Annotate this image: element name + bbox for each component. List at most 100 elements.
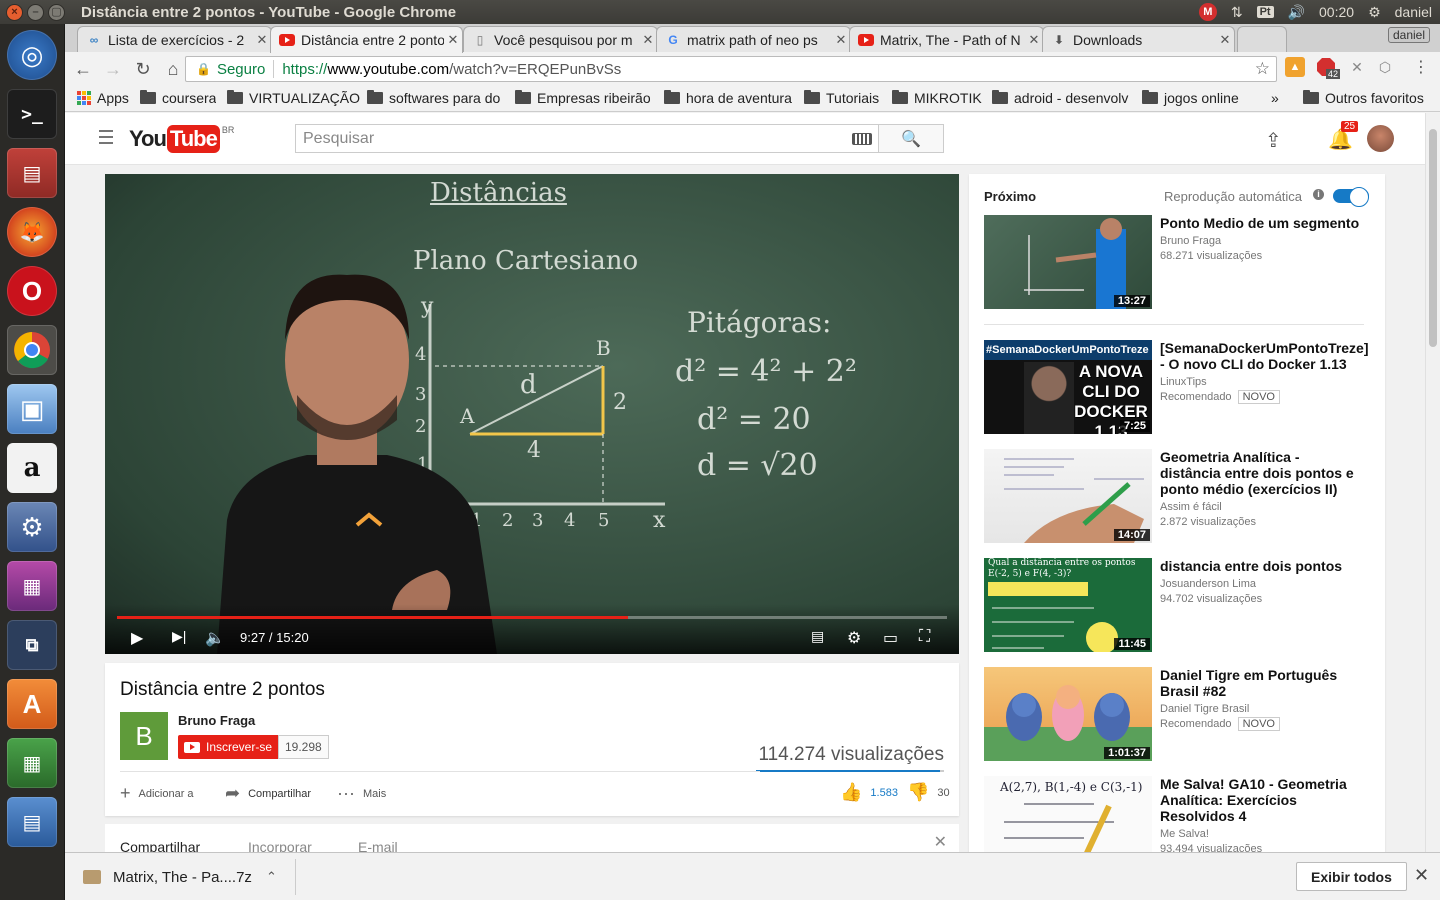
tab-close-icon[interactable]: ✕	[253, 32, 271, 48]
info-icon[interactable]: i	[1313, 189, 1324, 200]
bookmark-virtualizacao[interactable]: VIRTUALIZAÇÃO	[227, 90, 360, 106]
next-video-icon[interactable]: ▶|	[172, 628, 186, 645]
recommendation-item[interactable]: 13:27 Ponto Medio de um segmento Bruno F…	[984, 215, 1364, 309]
bookmark-tutoriais[interactable]: Tutoriais	[804, 90, 879, 106]
search-button[interactable]: 🔍	[878, 124, 944, 153]
subscribe-button[interactable]: Inscrever-se	[178, 735, 281, 759]
amazon-icon[interactable]: a	[7, 443, 57, 493]
extension-x-icon[interactable]: ✕	[1347, 57, 1367, 77]
dislike-button[interactable]: 👎 30	[907, 782, 950, 803]
channel-name[interactable]: Bruno Fraga	[178, 713, 255, 728]
bookmark-coursera[interactable]: coursera	[140, 90, 216, 106]
bookmark-hora-de-aventura[interactable]: hora de aventura	[664, 90, 792, 106]
video-title[interactable]: [SemanaDockerUmPontoTreze] - O novo CLI …	[1160, 340, 1369, 372]
clock[interactable]: 00:20	[1319, 4, 1354, 20]
tab-close-icon[interactable]: ✕	[1216, 32, 1234, 48]
menu-kebab-icon[interactable]: ⋮	[1411, 57, 1431, 77]
video-thumbnail[interactable]: 1:01:37	[984, 667, 1152, 761]
bookmark-star-icon[interactable]: ☆	[1255, 59, 1270, 79]
video-thumbnail[interactable]: #SemanaDockerUmPontoTreze A NOVA CLI DO …	[984, 340, 1152, 434]
video-thumbnail[interactable]: 14:07	[984, 449, 1152, 543]
add-to-button[interactable]: + Adicionar a	[120, 783, 194, 804]
tab-close-icon[interactable]: ✕	[639, 32, 657, 48]
tab-embed[interactable]: Incorporar	[248, 839, 312, 852]
tab-close-icon[interactable]: ✕	[1025, 32, 1043, 48]
more-button[interactable]: ··· Mais	[337, 783, 386, 804]
video-title[interactable]: Geometria Analítica - distância entre do…	[1160, 449, 1360, 497]
theater-mode-icon[interactable]: ▭	[883, 628, 898, 648]
account-avatar[interactable]	[1367, 125, 1394, 152]
bookmark-jogos-online[interactable]: jogos online	[1142, 90, 1239, 106]
hamburger-menu-icon[interactable]	[99, 130, 113, 148]
window-maximize-button[interactable]: ▢	[48, 3, 65, 21]
adblock-icon[interactable]: 42	[1316, 57, 1340, 79]
bookmark-other-favorites[interactable]: Outros favoritos	[1303, 90, 1424, 106]
mega-sync-icon[interactable]: M	[1198, 3, 1217, 21]
user-name[interactable]: daniel	[1395, 4, 1432, 20]
home-icon[interactable]: ⌂	[159, 55, 187, 83]
bookmark-softwares[interactable]: softwares para do	[367, 90, 502, 106]
like-button[interactable]: 👍 1.583	[840, 782, 898, 803]
tab-distancia[interactable]: Distância entre 2 pontos ✕	[270, 26, 463, 53]
page-scrollbar[interactable]	[1425, 113, 1440, 852]
volume-icon[interactable]: 🔊	[1288, 4, 1305, 21]
keyboard-icon[interactable]	[852, 133, 872, 145]
recommendation-item[interactable]: A(2,7), B(1,-4) e C(3,-1) Me Salva! GA10…	[984, 776, 1364, 852]
bookmark-mikrotik[interactable]: MIKROTIK	[892, 90, 982, 106]
extension-icon[interactable]: ▲	[1285, 57, 1305, 77]
software-center-icon[interactable]: A	[7, 679, 57, 729]
fullscreen-icon[interactable]: ⛶	[919, 628, 930, 646]
terminal-icon[interactable]: >_	[7, 89, 57, 139]
window-close-button[interactable]: ×	[6, 3, 23, 21]
system-settings-icon[interactable]: ⚙	[7, 502, 57, 552]
progress-bar[interactable]	[117, 616, 947, 619]
tab-matrix-path-of-neo[interactable]: Matrix, The - Path of N ✕	[849, 26, 1044, 52]
video-title[interactable]: Ponto Medio de um segmento	[1160, 215, 1360, 231]
video-title[interactable]: distancia entre dois pontos	[1160, 558, 1360, 574]
bookmarks-overflow-chevron[interactable]: »	[1271, 90, 1279, 106]
extension-shield-icon[interactable]: ⬡	[1375, 57, 1395, 77]
scrollbar-thumb[interactable]	[1429, 129, 1437, 347]
libreoffice-calc-icon[interactable]: ▦	[7, 738, 57, 788]
chevron-up-icon[interactable]: ⌃	[266, 869, 277, 885]
bookmark-apps[interactable]: Apps	[77, 90, 129, 106]
tab-matrix-path-search[interactable]: G matrix path of neo ps ✕	[656, 26, 851, 52]
video-thumbnail[interactable]: Qual a distância entre os pontos E(-2, 5…	[984, 558, 1152, 652]
close-icon[interactable]: ✕	[934, 832, 947, 852]
libreoffice-writer-icon[interactable]: ▤	[7, 797, 57, 847]
tab-downloads[interactable]: ⬇ Downloads ✕	[1042, 26, 1235, 52]
keyboard-layout-indicator[interactable]: Pt	[1256, 6, 1274, 18]
settings-gear-icon[interactable]: ⚙	[1368, 4, 1381, 21]
ubuntu-dash-icon[interactable]: ◎	[7, 30, 57, 80]
channel-avatar[interactable]: B	[120, 712, 168, 760]
share-button[interactable]: ➦ Compartilhar	[225, 783, 311, 804]
tab-close-icon[interactable]: ✕	[444, 32, 462, 48]
new-tab-button[interactable]	[1237, 26, 1287, 52]
volume-icon[interactable]: 🔈	[205, 628, 225, 648]
profile-name[interactable]: daniel	[1387, 27, 1430, 43]
forward-icon[interactable]: →	[99, 55, 127, 83]
tab-close-icon[interactable]: ✕	[832, 32, 850, 48]
video-thumbnail[interactable]: A(2,7), B(1,-4) e C(3,-1)	[984, 776, 1152, 852]
search-input[interactable]: Pesquisar	[295, 124, 879, 153]
chrome-icon[interactable]	[7, 325, 57, 375]
recommendation-item[interactable]: Qual a distância entre os pontos E(-2, 5…	[984, 558, 1364, 652]
tab-voce-pesquisou[interactable]: ▯ Você pesquisou por m ✕	[463, 26, 658, 52]
address-bar[interactable]: 🔒 Seguro https://www.youtube.com/watch?v…	[185, 56, 1277, 82]
virtualbox-icon[interactable]: ▣	[7, 384, 57, 434]
file-manager-icon[interactable]: ▤	[7, 148, 57, 198]
window-minimize-button[interactable]: –	[27, 3, 44, 21]
workspace-switcher-icon[interactable]: ▦	[7, 561, 57, 611]
show-all-downloads-button[interactable]: Exibir todos	[1296, 862, 1407, 891]
network-icon[interactable]: ⇅	[1231, 4, 1243, 21]
opera-icon[interactable]: O	[7, 266, 57, 316]
tab-lista-exercicios[interactable]: ∞ Lista de exercícios - 2 ✕	[77, 26, 272, 52]
back-icon[interactable]: ←	[69, 55, 97, 83]
tab-share[interactable]: Compartilhar	[120, 839, 200, 852]
subtitles-icon[interactable]: ▤	[811, 628, 824, 645]
settings-gear-icon[interactable]: ⚙	[847, 628, 861, 648]
reload-icon[interactable]: ↻	[129, 55, 157, 83]
workspaces-icon[interactable]: ⧉	[7, 620, 57, 670]
play-icon[interactable]: ▶	[131, 628, 143, 648]
video-title[interactable]: Daniel Tigre em Português Brasil #82	[1160, 667, 1360, 699]
